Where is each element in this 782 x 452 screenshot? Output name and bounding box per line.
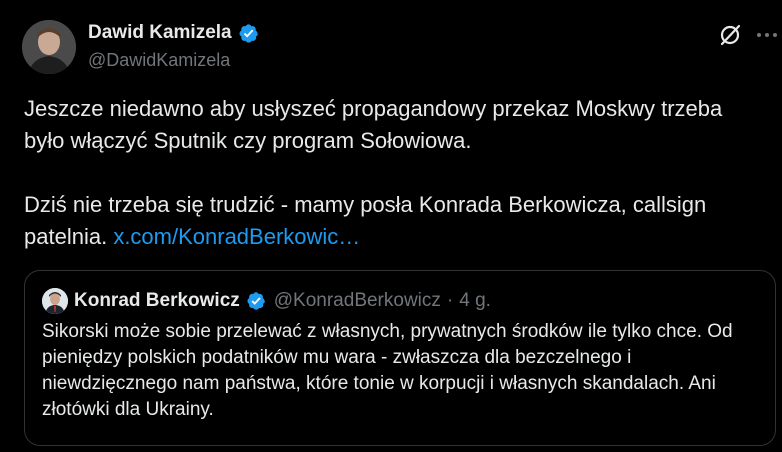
author-avatar-image bbox=[22, 20, 76, 74]
author-display-name[interactable]: Dawid Kamizela bbox=[88, 22, 232, 44]
quoted-author-display-name: Konrad Berkowicz bbox=[74, 290, 240, 311]
verified-badge-icon[interactable] bbox=[238, 23, 259, 44]
author-display-name-row[interactable]: Dawid Kamizela bbox=[88, 22, 259, 44]
tweet-paragraph-1: Jeszcze niedawno aby usłyszeć propagando… bbox=[24, 96, 723, 153]
quoted-timestamp: 4 g. bbox=[459, 290, 491, 311]
quoted-verified-badge-icon bbox=[247, 292, 265, 310]
quoted-tweet-text: Sikorski może sobie przelewać z własnych… bbox=[42, 321, 733, 420]
quoted-author-handle: @KonradBerkowicz bbox=[273, 290, 441, 311]
quoted-author-avatar bbox=[42, 288, 68, 314]
quoted-tweet-card[interactable]: Konrad Berkowicz @KonradBerkowicz · 4 g.… bbox=[24, 270, 776, 446]
quoted-separator: · bbox=[446, 290, 454, 311]
quoted-tweet-header: Konrad Berkowicz @KonradBerkowicz · 4 g. bbox=[42, 288, 491, 314]
tweet-paragraph-2: Dziś nie trzeba się trudzić - mamy posła… bbox=[24, 189, 764, 253]
tweet-link[interactable]: x.com/KonradBerkowic… bbox=[113, 224, 360, 249]
author-avatar[interactable] bbox=[22, 20, 76, 74]
tweet-text: Jeszcze niedawno aby usłyszeć propagando… bbox=[24, 93, 764, 253]
grok-icon[interactable] bbox=[717, 22, 743, 48]
quoted-author-avatar-image bbox=[42, 288, 68, 314]
more-options-icon[interactable] bbox=[754, 24, 780, 46]
author-handle[interactable]: @DawidKamizela bbox=[88, 50, 230, 71]
